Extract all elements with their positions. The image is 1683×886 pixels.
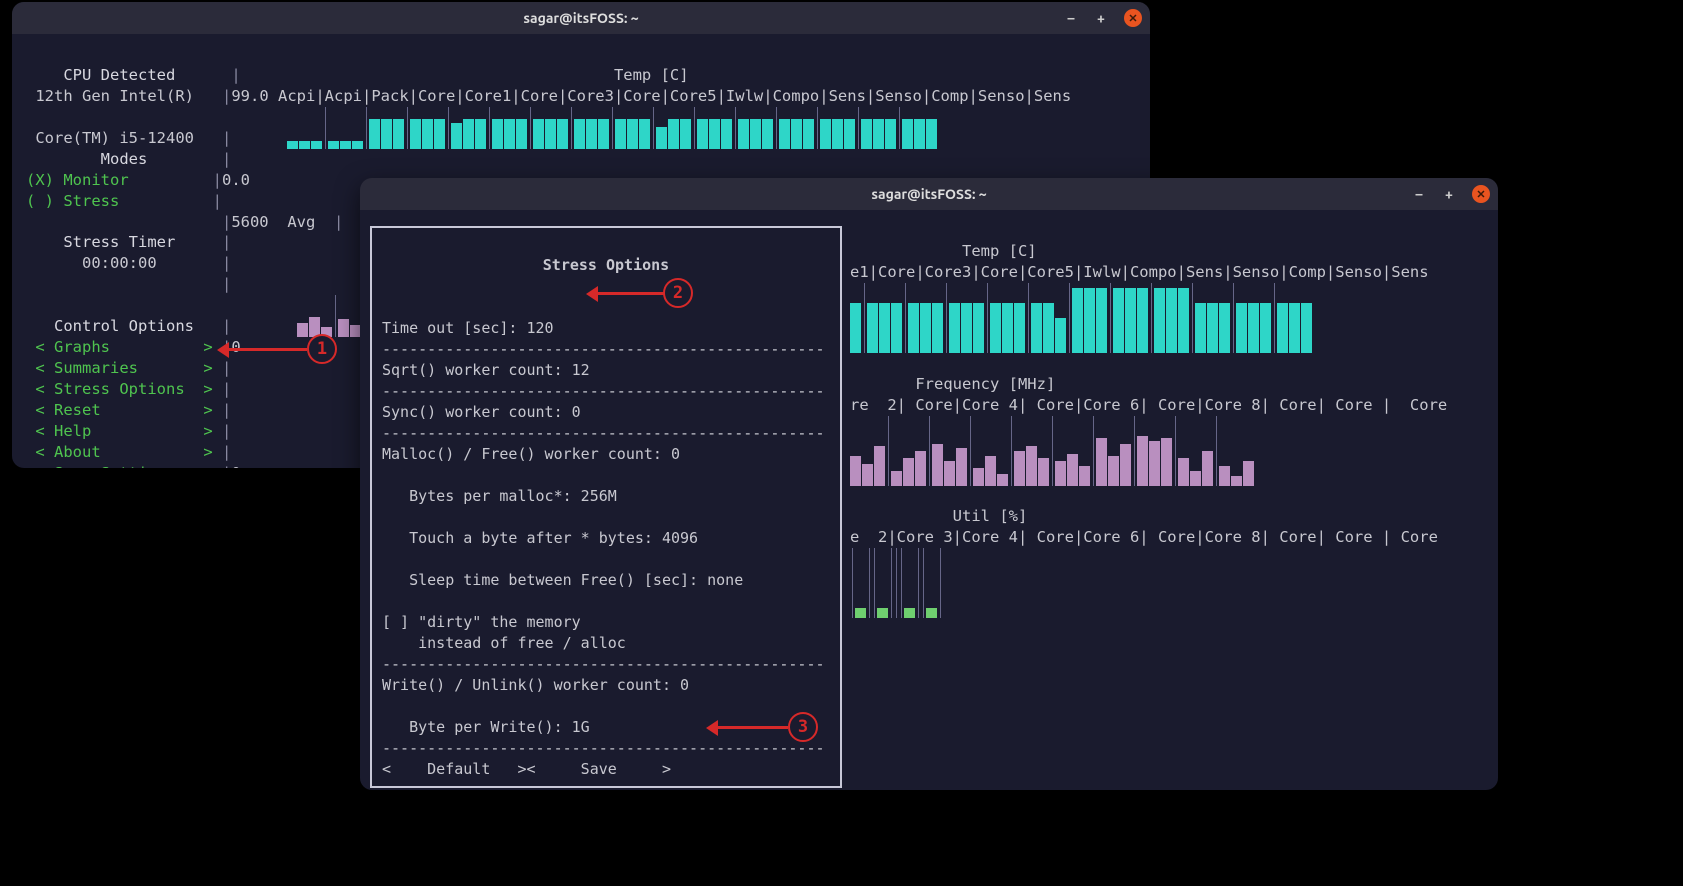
window-title-front: sagar@itsFOSS: ~ (871, 186, 986, 202)
cpu-detected-label: CPU Detected (63, 66, 175, 84)
control-summaries[interactable]: < Summaries > (35, 359, 212, 377)
modes-label: Modes (101, 150, 148, 168)
control-about[interactable]: < About > (35, 443, 212, 461)
annotation-arrow-1 (221, 348, 307, 351)
touch-byte[interactable]: Touch a byte after * bytes: 4096 (382, 529, 698, 547)
divider: ----------------------------------------… (382, 739, 825, 757)
annotation-arrow-2 (590, 292, 664, 295)
annotation-3: 3 (788, 712, 818, 742)
freq-cols-front: re 2| Core|Core 4| Core|Core 6| Core|Cor… (850, 396, 1447, 414)
byte-per-write[interactable]: Byte per Write(): 1G (382, 718, 590, 736)
default-button[interactable]: < Default > (382, 760, 527, 778)
window-controls: – + ✕ (1064, 9, 1142, 27)
temp-scale-top: 99.0 (231, 87, 268, 105)
control-help[interactable]: < Help > (35, 422, 212, 440)
freq-bars-front (850, 416, 1255, 486)
annotation-1: 1 (307, 334, 337, 364)
mode-monitor[interactable]: (X) Monitor (26, 171, 129, 189)
close-icon[interactable]: ✕ (1472, 185, 1490, 203)
minimize-icon[interactable]: – (1412, 187, 1426, 201)
stress-options-modal: Stress Options Time out [sec]: 120 -----… (370, 226, 842, 788)
zero-label-2: 0 (231, 464, 240, 468)
annotation-arrow-3 (710, 726, 788, 729)
cpu-line1: 12th Gen Intel(R) (35, 87, 194, 105)
temp-bars-front (850, 283, 1313, 353)
mode-stress[interactable]: ( ) Stress (26, 192, 119, 210)
divider: ----------------------------------------… (382, 382, 825, 400)
temp-scale-bot: 0.0 (222, 171, 250, 189)
control-graphs[interactable]: < Graphs > (35, 338, 212, 356)
maximize-icon[interactable]: + (1442, 187, 1456, 201)
temp-bars-back (287, 107, 938, 149)
divider: ----------------------------------------… (382, 424, 825, 442)
timeout-field[interactable]: Time out [sec]: 120 (382, 319, 554, 337)
control-reset[interactable]: < Reset > (35, 401, 212, 419)
control-options-label: Control Options (54, 317, 194, 335)
stress-timer-value: 00:00:00 (82, 254, 157, 272)
terminal-window-front: sagar@itsFOSS: ~ – + ✕ Temp [C] e1|Core|… (360, 178, 1498, 790)
temp-header: Temp [C] (614, 66, 689, 84)
temp-header-front: Temp [C] (962, 242, 1037, 260)
avg-label: Avg (287, 213, 315, 231)
sync-field[interactable]: Sync() worker count: 0 (382, 403, 581, 421)
titlebar-back: sagar@itsFOSS: ~ – + ✕ (12, 2, 1150, 34)
maximize-icon[interactable]: + (1094, 11, 1108, 25)
minimize-icon[interactable]: – (1064, 11, 1078, 25)
modal-title: Stress Options (382, 255, 830, 276)
titlebar-front: sagar@itsFOSS: ~ – + ✕ (360, 178, 1498, 210)
bytes-per-malloc[interactable]: Bytes per malloc*: 256M (382, 487, 617, 505)
dirty-line2: instead of free / alloc (382, 634, 626, 652)
temp-cols: Acpi|Acpi|Pack|Core|Core1|Core|Core3|Cor… (278, 87, 1071, 105)
dirty-checkbox[interactable]: [ ] "dirty" the memory (382, 613, 581, 631)
temp-cols-front: e1|Core|Core3|Core|Core5|Iwlw|Compo|Sens… (850, 263, 1429, 281)
control-save-settings[interactable]: < Save Settings > (35, 464, 212, 468)
close-icon[interactable]: ✕ (1124, 9, 1142, 27)
freq-scale: 5600 (231, 213, 268, 231)
annotation-2: 2 (663, 278, 693, 308)
sleep-time[interactable]: Sleep time between Free() [sec]: none (382, 571, 743, 589)
write-field[interactable]: Write() / Unlink() worker count: 0 (382, 676, 689, 694)
stress-timer-label: Stress Timer (63, 233, 175, 251)
window-controls-front: – + ✕ (1412, 185, 1490, 203)
freq-bars-back (297, 295, 362, 337)
divider: ----------------------------------------… (382, 655, 825, 673)
util-bars-front (850, 548, 943, 618)
window-title: sagar@itsFOSS: ~ (523, 10, 638, 26)
malloc-field[interactable]: Malloc() / Free() worker count: 0 (382, 445, 680, 463)
control-stress-options[interactable]: < Stress Options > (35, 380, 212, 398)
util-header-front: Util [%] (953, 507, 1028, 525)
cpu-line2: Core(TM) i5-12400 (35, 129, 194, 147)
sqrt-field[interactable]: Sqrt() worker count: 12 (382, 361, 590, 379)
save-button[interactable]: < Save > (527, 760, 672, 778)
divider: ----------------------------------------… (382, 340, 825, 358)
freq-header-front: Frequency [MHz] (915, 375, 1055, 393)
util-cols-front: e 2|Core 3|Core 4| Core|Core 6| Core|Cor… (850, 528, 1438, 546)
